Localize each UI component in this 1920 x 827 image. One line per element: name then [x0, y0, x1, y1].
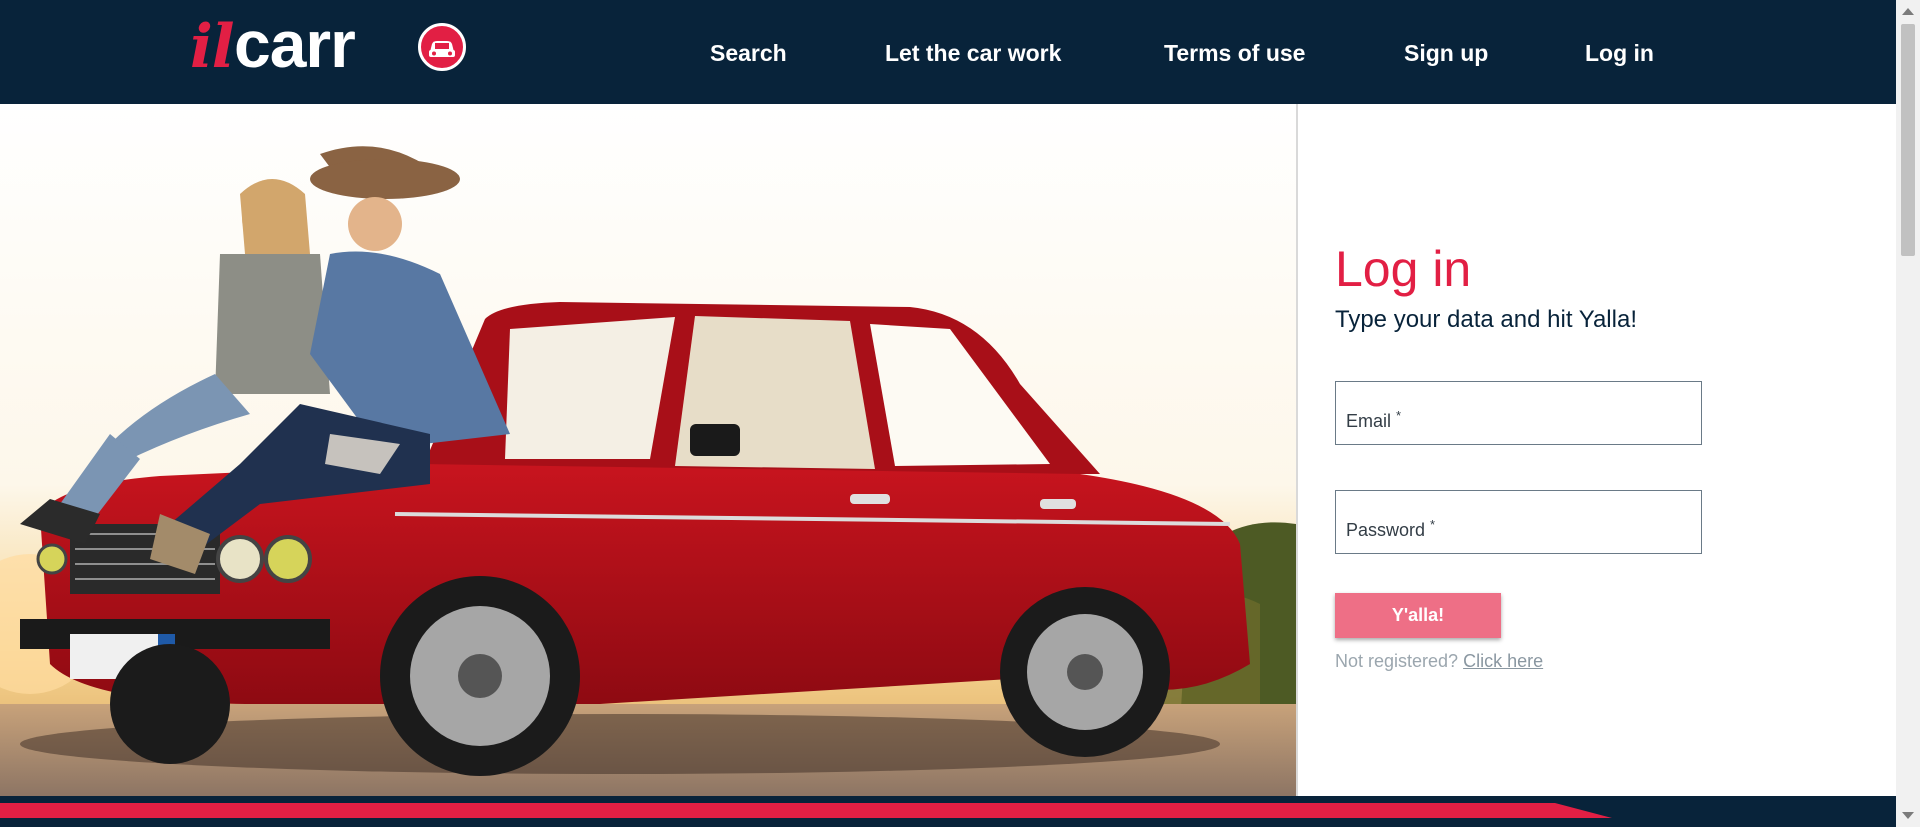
yalla-submit-button[interactable]: Y'alla! [1335, 593, 1501, 638]
nav-sign-up[interactable]: Sign up [1404, 40, 1488, 67]
scroll-up-arrow-icon[interactable] [1902, 8, 1914, 15]
password-label: Password * [1346, 517, 1436, 540]
email-field[interactable]: Email * [1335, 381, 1702, 445]
login-title: Log in [1335, 241, 1472, 297]
logo-il-text: il [190, 12, 235, 82]
nav-let-the-car-work[interactable]: Let the car work [885, 40, 1061, 67]
scroll-thumb[interactable] [1901, 24, 1915, 256]
car-icon [418, 23, 466, 71]
not-registered-text: Not registered? Click here [1335, 651, 1544, 671]
panel-divider [1296, 104, 1298, 796]
scroll-down-arrow-icon[interactable] [1902, 812, 1914, 819]
nav-search[interactable]: Search [710, 40, 787, 67]
register-link[interactable]: Click here [1463, 651, 1543, 671]
nav-terms-of-use[interactable]: Terms of use [1164, 40, 1305, 67]
logo-carr-text: carr [234, 7, 356, 81]
password-field[interactable]: Password * [1335, 490, 1702, 554]
vertical-scrollbar[interactable] [1896, 0, 1920, 827]
top-navbar: il carr Search Let the car work Terms of… [0, 0, 1896, 104]
login-subtitle: Type your data and hit Yalla! [1335, 306, 1637, 333]
email-label: Email * [1346, 408, 1402, 431]
hero-image [0, 104, 1296, 796]
nav-log-in[interactable]: Log in [1585, 40, 1654, 67]
footer-bar [0, 796, 1896, 827]
